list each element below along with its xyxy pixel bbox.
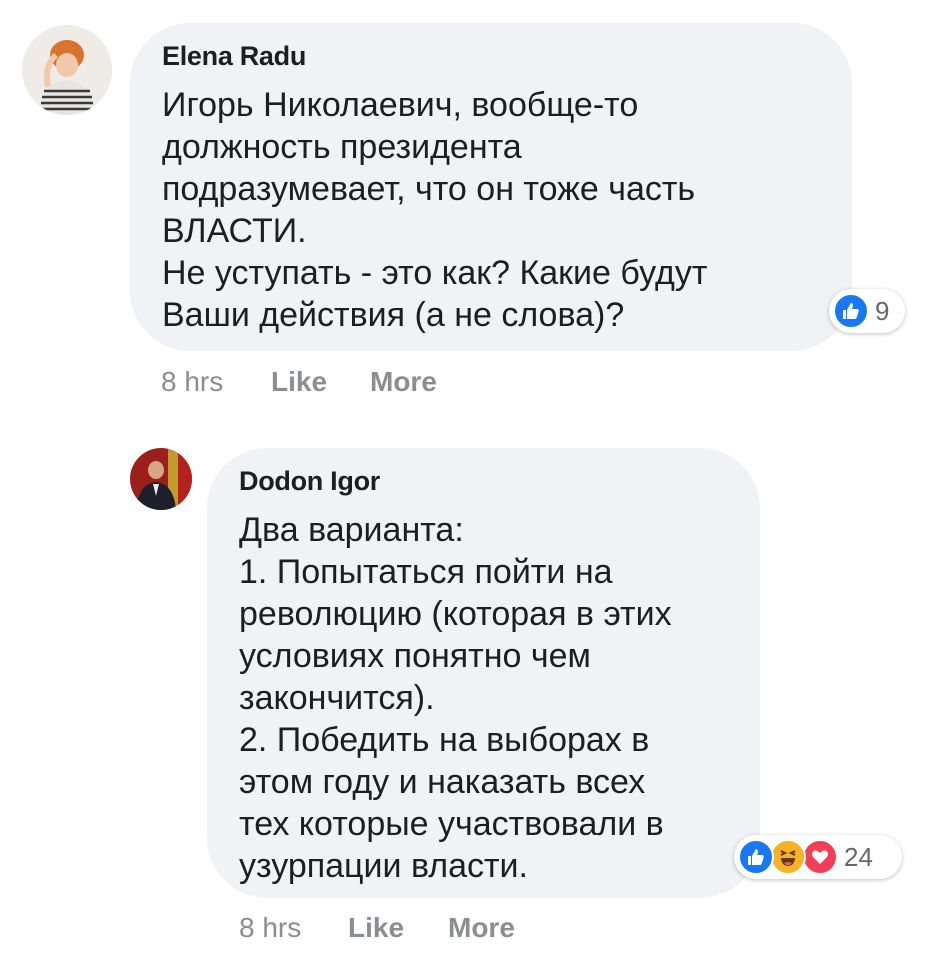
comment-bubble: Dodon Igor Два варианта: 1. Попытаться п… [207,448,760,898]
reaction-summary[interactable]: 24 [734,835,902,879]
timestamp: 8 hrs [239,912,302,943]
comment-body: Два варианта: 1. Попытаться пойти на рев… [239,509,740,887]
comment-line: узурпации власти. [239,847,528,885]
comment-line: Два варианта: [239,511,464,549]
comment-line: революцию (которая в этих [239,595,672,633]
reaction-count: 9 [875,295,890,326]
comment-line: подразумевает, что он тоже часть [162,170,696,208]
comment-line: тех которые участвовали в [239,805,664,843]
reaction-count: 24 [844,841,873,872]
comment-line: 1. Попытаться пойти на [239,553,613,591]
comment-line: Не уступать - это как? Какие будут [162,254,708,292]
comment-line: ВЛАСТИ. [162,212,307,250]
comment-line: должность президента [162,128,522,166]
comment-body: Игорь Николаевич, вообще-то должность пр… [162,84,832,336]
profile-photo-icon [130,448,192,510]
comment-author[interactable]: Dodon Igor [239,466,740,497]
avatar[interactable] [130,448,192,510]
timestamp: 8 hrs [161,366,224,397]
haha-icon [770,839,806,875]
comment-line: закончится). [239,679,435,717]
like-button[interactable]: Like [271,366,327,398]
like-icon [738,839,774,875]
like-icon [833,293,869,329]
more-button[interactable]: More [370,366,437,398]
comment-line: Ваши действия (а не слова)? [162,296,625,334]
like-button[interactable]: Like [348,912,404,944]
comment-line: этом году и наказать всех [239,763,646,801]
reaction-summary[interactable]: 9 [829,289,905,333]
comment-line: условиях понятно чем [239,637,591,675]
comment-author[interactable]: Elena Radu [162,41,832,72]
comment-bubble: Elena Radu Игорь Николаевич, вообще-то д… [130,23,852,351]
comment-line: 2. Победить на выборах в [239,721,650,759]
more-button[interactable]: More [448,912,515,944]
comment-line: Игорь Николаевич, вообще-то [162,86,639,124]
profile-photo-icon [22,25,112,115]
love-icon [802,839,838,875]
avatar[interactable] [22,25,112,115]
